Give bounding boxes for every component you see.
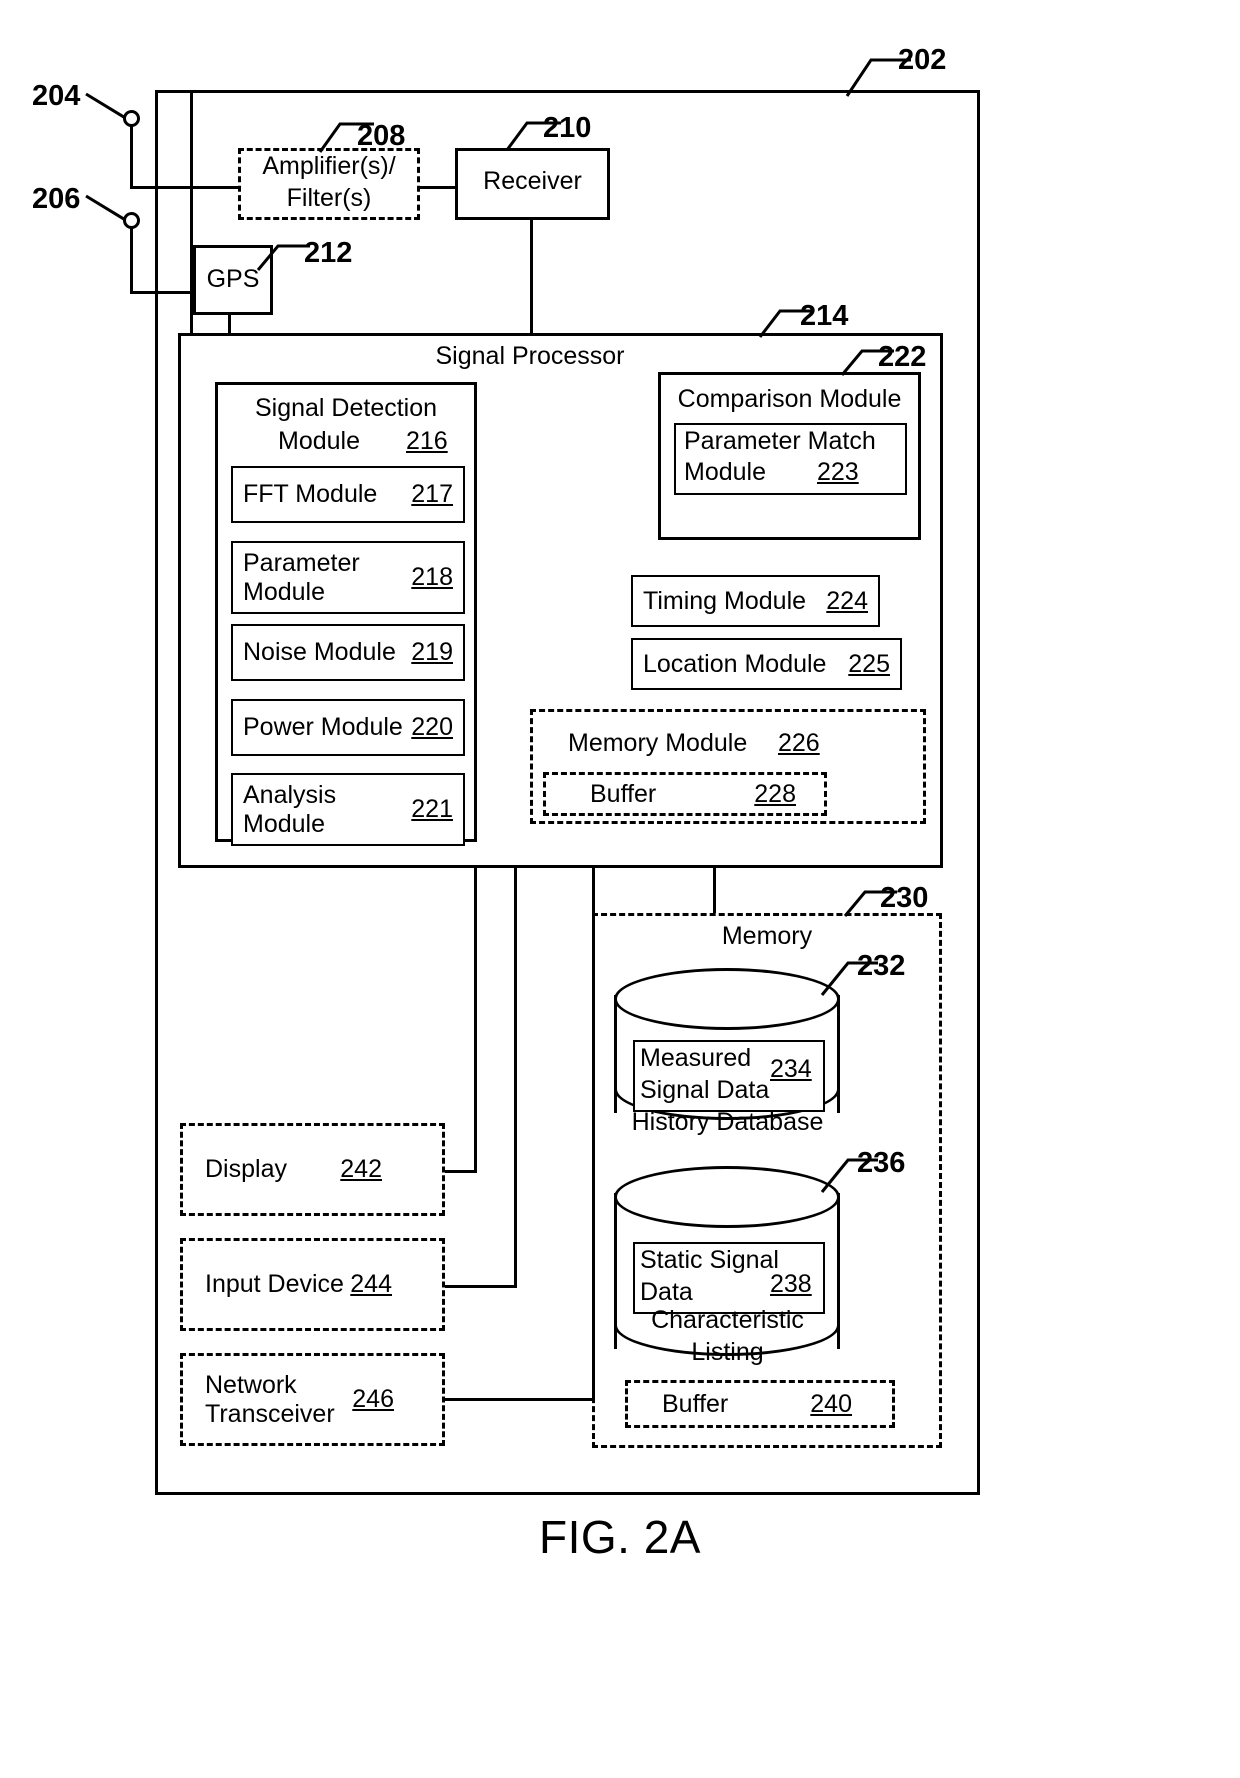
amplifier-filter-line1: Amplifier(s)/ <box>262 152 396 180</box>
input-device-label: Input Device <box>205 1270 344 1298</box>
network-transceiver-box-246: Network Transceiver 246 <box>180 1353 445 1446</box>
processor-to-display-vertical <box>474 868 477 1173</box>
ref-230: 230 <box>880 882 929 914</box>
display-box-242: Display 242 <box>180 1123 445 1216</box>
ref-208: 208 <box>357 120 406 152</box>
antenna-206-node <box>123 212 140 229</box>
ref-214: 214 <box>800 300 849 332</box>
buffer-240-label: Buffer <box>662 1389 729 1418</box>
receiver-label: Receiver <box>483 167 582 195</box>
signal-detection-title-line2: Module <box>278 427 360 456</box>
parameter-module-ref: 218 <box>411 563 453 591</box>
signal-detection-title-line2-text: Module <box>278 427 360 455</box>
ref-206: 206 <box>32 183 81 215</box>
measured-signal-data-line1: Measured <box>640 1044 752 1072</box>
timing-module-label: Timing Module <box>643 586 807 615</box>
measured-signal-data-ref-234: 234 <box>770 1055 812 1083</box>
figure-caption: FIG. 2A <box>539 1511 701 1563</box>
memory-module-ref-226: 226 <box>778 729 820 757</box>
fft-module-box-217: FFT Module 217 <box>231 466 465 523</box>
buffer-box-228: Buffer 228 <box>543 772 827 816</box>
processor-to-input-device-vertical <box>514 868 517 1288</box>
ref-204: 204 <box>32 80 81 112</box>
history-db-top-ellipse <box>614 968 840 1030</box>
analysis-module-box-221: Analysis Module 221 <box>231 773 465 846</box>
memory-to-network-vertical <box>592 868 595 1401</box>
amplifier-filter-label: Amplifier(s)/ <box>238 152 420 181</box>
ref-212: 212 <box>304 237 353 269</box>
ref-236: 236 <box>857 1147 906 1179</box>
processor-to-memory-link <box>713 868 716 915</box>
signal-detection-title-line1: Signal Detection <box>254 394 438 422</box>
ref-232: 232 <box>857 950 906 982</box>
measured-signal-data-line2: Signal Data <box>640 1076 770 1104</box>
parameter-match-line2: Module <box>684 458 766 486</box>
memory-title: Memory <box>721 922 813 950</box>
location-module-label: Location Module <box>643 649 827 678</box>
figure-2a-canvas: 202 204 206 Amplifier(s)/ Filter(s) 208 … <box>0 0 1240 1778</box>
buffer-228-label: Buffer <box>590 779 657 808</box>
comparison-module-title: Comparison Module <box>677 385 902 413</box>
amp-to-receiver-link <box>420 186 455 189</box>
receiver-to-processor-link <box>530 220 533 335</box>
characteristic-listing-caption-line2: Listing <box>691 1338 764 1366</box>
analysis-module-label: Analysis Module <box>243 780 337 838</box>
processor-to-input-device-horizontal <box>445 1285 517 1288</box>
buffer-box-240: Buffer 240 <box>625 1380 895 1428</box>
network-transceiver-ref: 246 <box>352 1385 394 1413</box>
display-ref: 242 <box>340 1155 382 1183</box>
timing-module-ref: 224 <box>826 586 868 615</box>
char-listing-top-ellipse <box>614 1166 840 1228</box>
antenna-206-lead-horizontal <box>130 291 198 294</box>
processor-to-display-horizontal <box>445 1170 477 1173</box>
antenna-206-symbol <box>85 194 133 226</box>
power-module-label: Power Module <box>243 713 403 741</box>
signal-detection-ref-216: 216 <box>406 427 448 455</box>
input-device-box-244: Input Device 244 <box>180 1238 445 1331</box>
buffer-228-ref: 228 <box>754 779 796 808</box>
antenna-204-symbol <box>85 92 133 124</box>
display-label: Display <box>205 1155 287 1183</box>
input-device-ref: 244 <box>350 1270 392 1298</box>
static-signal-data-line1: Static Signal <box>640 1246 779 1274</box>
power-module-ref: 220 <box>411 713 453 741</box>
memory-module-label: Memory Module <box>568 729 748 757</box>
antenna-204-node <box>123 110 140 127</box>
parameter-module-label: Parameter Module <box>243 548 360 606</box>
amplifier-filter-label2: Filter(s) <box>238 184 420 213</box>
parameter-module-box-218: Parameter Module 218 <box>231 541 465 614</box>
ref-222: 222 <box>878 341 927 373</box>
history-database-caption: History Database <box>631 1108 824 1136</box>
gps-to-processor-link <box>228 315 231 335</box>
network-transceiver-label: Network Transceiver <box>205 1370 335 1428</box>
amplifier-filter-line2: Filter(s) <box>286 184 372 212</box>
parameter-match-line1: Parameter Match <box>684 427 876 455</box>
noise-module-label: Noise Module <box>243 638 396 666</box>
parameter-match-ref-223: 223 <box>817 458 859 486</box>
signal-processor-title: Signal Processor <box>435 342 625 370</box>
fft-module-ref: 217 <box>411 480 453 508</box>
location-module-box-225: Location Module 225 <box>631 638 902 690</box>
timing-module-box-224: Timing Module 224 <box>631 575 880 627</box>
location-module-ref: 225 <box>848 649 890 678</box>
characteristic-listing-caption-line1: Characteristic <box>651 1306 804 1334</box>
antenna-206-lead-vertical <box>130 228 133 293</box>
power-module-box-220: Power Module 220 <box>231 699 465 756</box>
noise-module-ref: 219 <box>411 638 453 666</box>
fft-module-label: FFT Module <box>243 480 378 508</box>
noise-module-box-219: Noise Module 219 <box>231 624 465 681</box>
antenna-204-lead-vertical <box>130 126 133 188</box>
memory-to-network-horizontal <box>445 1398 595 1401</box>
buffer-240-ref: 240 <box>810 1389 852 1418</box>
static-signal-data-line2: Data <box>640 1278 693 1306</box>
ref-210: 210 <box>543 112 592 144</box>
analysis-module-ref: 221 <box>411 795 453 823</box>
ref-202: 202 <box>898 44 947 76</box>
static-signal-data-ref-238: 238 <box>770 1270 812 1298</box>
